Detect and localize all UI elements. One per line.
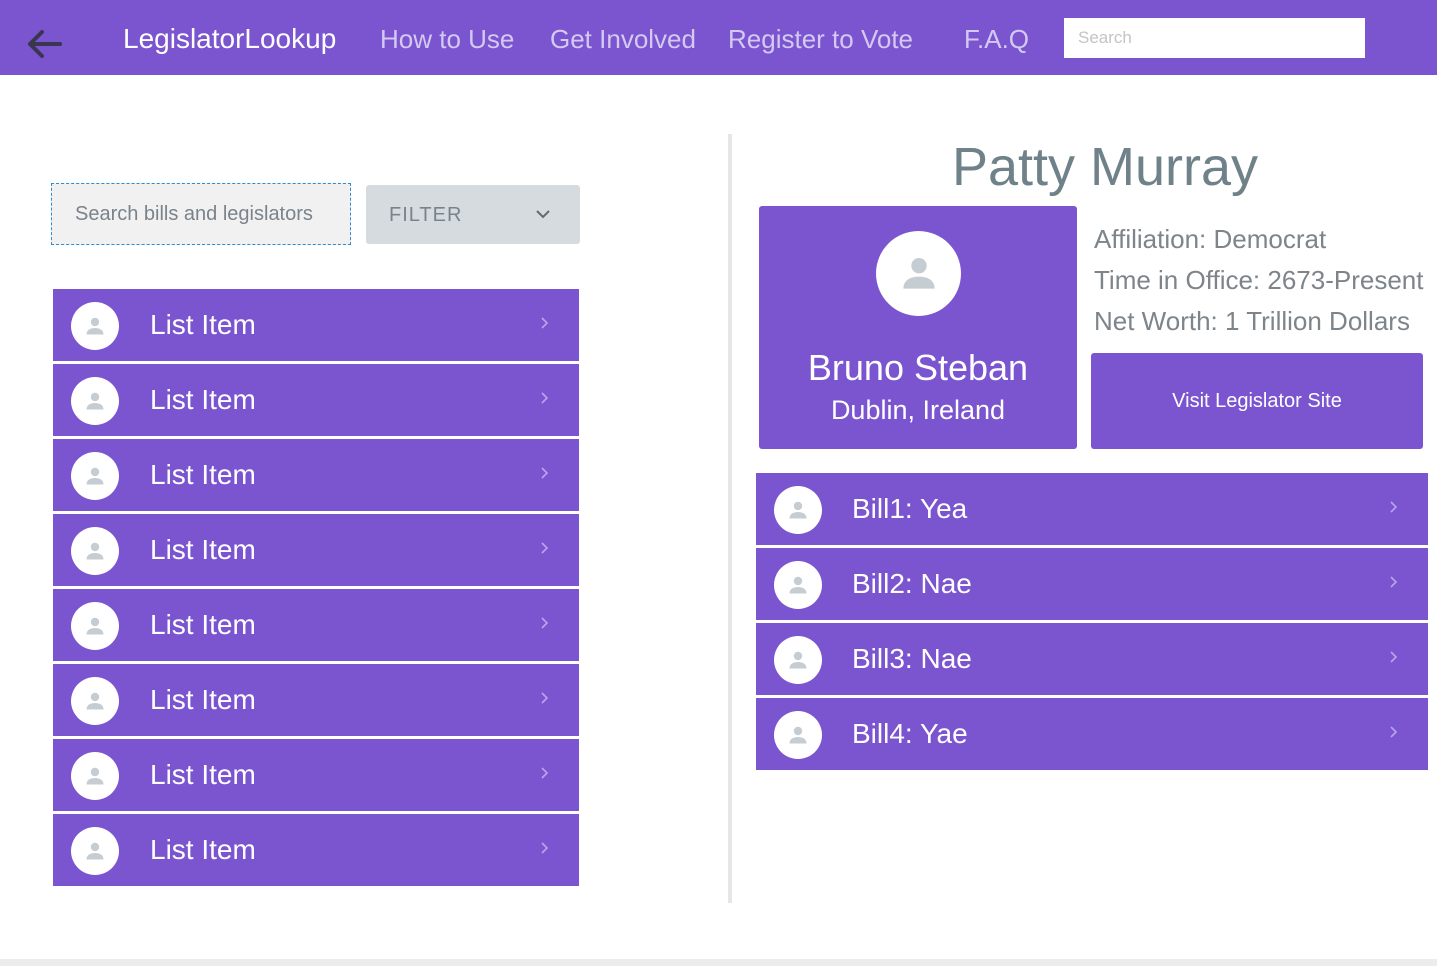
bill-vote-item[interactable]: Bill1: Yea (756, 473, 1428, 545)
person-icon (86, 542, 104, 560)
bill-vote-item[interactable]: Bill4: Yae (756, 698, 1428, 770)
person-icon (86, 767, 104, 785)
bill-vote-item[interactable]: Bill2: Nae (756, 548, 1428, 620)
visit-legislator-site-button[interactable]: Visit Legislator Site (1091, 353, 1423, 449)
avatar (876, 231, 961, 316)
list-item[interactable]: List Item (53, 739, 579, 811)
filter-label: FILTER (389, 204, 463, 226)
time-in-office-text: Time in Office: 2673-Present (1094, 265, 1424, 295)
list-item-label: List Item (150, 534, 256, 565)
chevron-down-icon (536, 210, 550, 219)
nav-search-input[interactable] (1064, 18, 1365, 58)
avatar (71, 752, 119, 800)
chevron-right-icon (1390, 726, 1398, 738)
avatar (774, 561, 822, 609)
list-item[interactable]: List Item (53, 514, 579, 586)
chevron-right-icon (541, 542, 549, 554)
avatar (71, 302, 119, 350)
person-icon (86, 392, 104, 410)
list-item-label: List Item (150, 684, 256, 715)
chevron-right-icon (1390, 501, 1398, 513)
chevron-right-icon (541, 392, 549, 404)
legislator-list: List Item List Item List Item List Item List… (53, 289, 579, 889)
list-item-label: Bill2: Nae (852, 568, 972, 599)
bill-vote-item[interactable]: Bill3: Nae (756, 623, 1428, 695)
filter-dropdown[interactable]: FILTER (366, 185, 580, 244)
footer-divider (0, 959, 1437, 966)
person-icon (789, 651, 807, 669)
avatar (71, 677, 119, 725)
list-item-label: List Item (150, 309, 256, 340)
profile-name: Bruno Steban (807, 347, 1029, 388)
brand-title[interactable]: LegislatorLookup (123, 22, 336, 56)
profile-location: Dublin, Ireland (830, 395, 1006, 425)
avatar (774, 486, 822, 534)
avatar (774, 636, 822, 684)
list-item-label: List Item (150, 384, 256, 415)
avatar (71, 377, 119, 425)
legislator-profile-card: Bruno Steban Dublin, Ireland (759, 206, 1077, 449)
list-item-label: List Item (150, 459, 256, 490)
avatar (71, 527, 119, 575)
list-item[interactable]: List Item (53, 439, 579, 511)
person-icon (86, 617, 104, 635)
person-icon (86, 467, 104, 485)
list-item[interactable]: List Item (53, 664, 579, 736)
chevron-right-icon (541, 767, 549, 779)
chevron-right-icon (541, 467, 549, 479)
arrow-left-icon[interactable] (22, 22, 66, 66)
list-item[interactable]: List Item (53, 814, 579, 886)
list-item[interactable]: List Item (53, 364, 579, 436)
chevron-right-icon (541, 692, 549, 704)
bill-vote-list: Bill1: Yea Bill2: Nae Bill3: Nae Bill4: Yae (756, 473, 1428, 773)
person-icon (86, 317, 104, 335)
list-item-label: Bill1: Yea (852, 493, 968, 524)
person-icon (789, 726, 807, 744)
legislator-name-heading: Patty Murray (951, 137, 1259, 197)
list-item-label: Bill4: Yae (852, 718, 968, 749)
person-icon (789, 501, 807, 519)
avatar (71, 452, 119, 500)
person-icon (903, 257, 935, 289)
list-item-label: List Item (150, 609, 256, 640)
net-worth-text: Net Worth: 1 Trillion Dollars (1094, 306, 1410, 336)
chevron-right-icon (541, 617, 549, 629)
top-navbar: LegislatorLookup How to Use Get Involved… (0, 0, 1437, 75)
nav-link-faq[interactable]: F.A.Q (964, 22, 1029, 56)
avatar (774, 711, 822, 759)
chevron-right-icon (1390, 576, 1398, 588)
chevron-right-icon (541, 842, 549, 854)
person-icon (86, 842, 104, 860)
list-item[interactable]: List Item (53, 589, 579, 661)
avatar (71, 827, 119, 875)
nav-link-how-to-use[interactable]: How to Use (380, 22, 514, 56)
affiliation-text: Affiliation: Democrat (1094, 224, 1327, 254)
vertical-divider (728, 134, 732, 903)
list-item-label: List Item (150, 759, 256, 790)
nav-link-register-to-vote[interactable]: Register to Vote (728, 22, 913, 56)
avatar (71, 602, 119, 650)
chevron-right-icon (541, 317, 549, 329)
list-item-label: List Item (150, 834, 256, 865)
person-icon (86, 692, 104, 710)
list-item-label: Bill3: Nae (852, 643, 972, 674)
nav-link-get-involved[interactable]: Get Involved (550, 22, 696, 56)
list-item[interactable]: List Item (53, 289, 579, 361)
chevron-right-icon (1390, 651, 1398, 663)
person-icon (789, 576, 807, 594)
bill-legislator-search-input[interactable] (51, 183, 351, 245)
